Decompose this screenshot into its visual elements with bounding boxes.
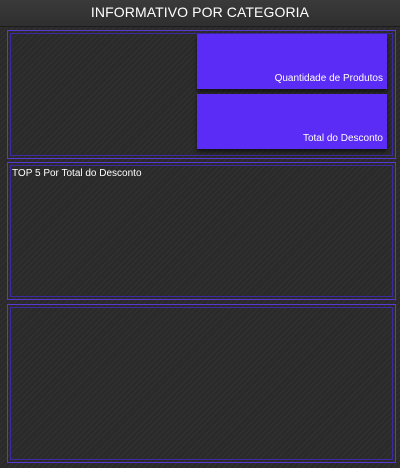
- kpi-panel: Quantidade de Produtos Total do Desconto: [7, 30, 396, 159]
- kpi-label-total-desconto: Total do Desconto: [302, 133, 383, 144]
- bottom-panel: [7, 304, 396, 463]
- top5-panel-inner-border: [10, 165, 393, 297]
- bottom-panel-inner-border: [10, 307, 393, 460]
- top5-panel: TOP 5 Por Total do Desconto: [7, 162, 396, 300]
- kpi-label-quantidade-produtos: Quantidade de Produtos: [274, 73, 383, 84]
- top5-panel-title: TOP 5 Por Total do Desconto: [12, 168, 142, 179]
- kpi-card-quantidade-produtos[interactable]: Quantidade de Produtos: [197, 34, 387, 89]
- kpi-card-total-desconto[interactable]: Total do Desconto: [197, 94, 387, 149]
- page-title: INFORMATIVO POR CATEGORIA: [90, 4, 310, 20]
- header-bar: INFORMATIVO POR CATEGORIA: [0, 0, 400, 27]
